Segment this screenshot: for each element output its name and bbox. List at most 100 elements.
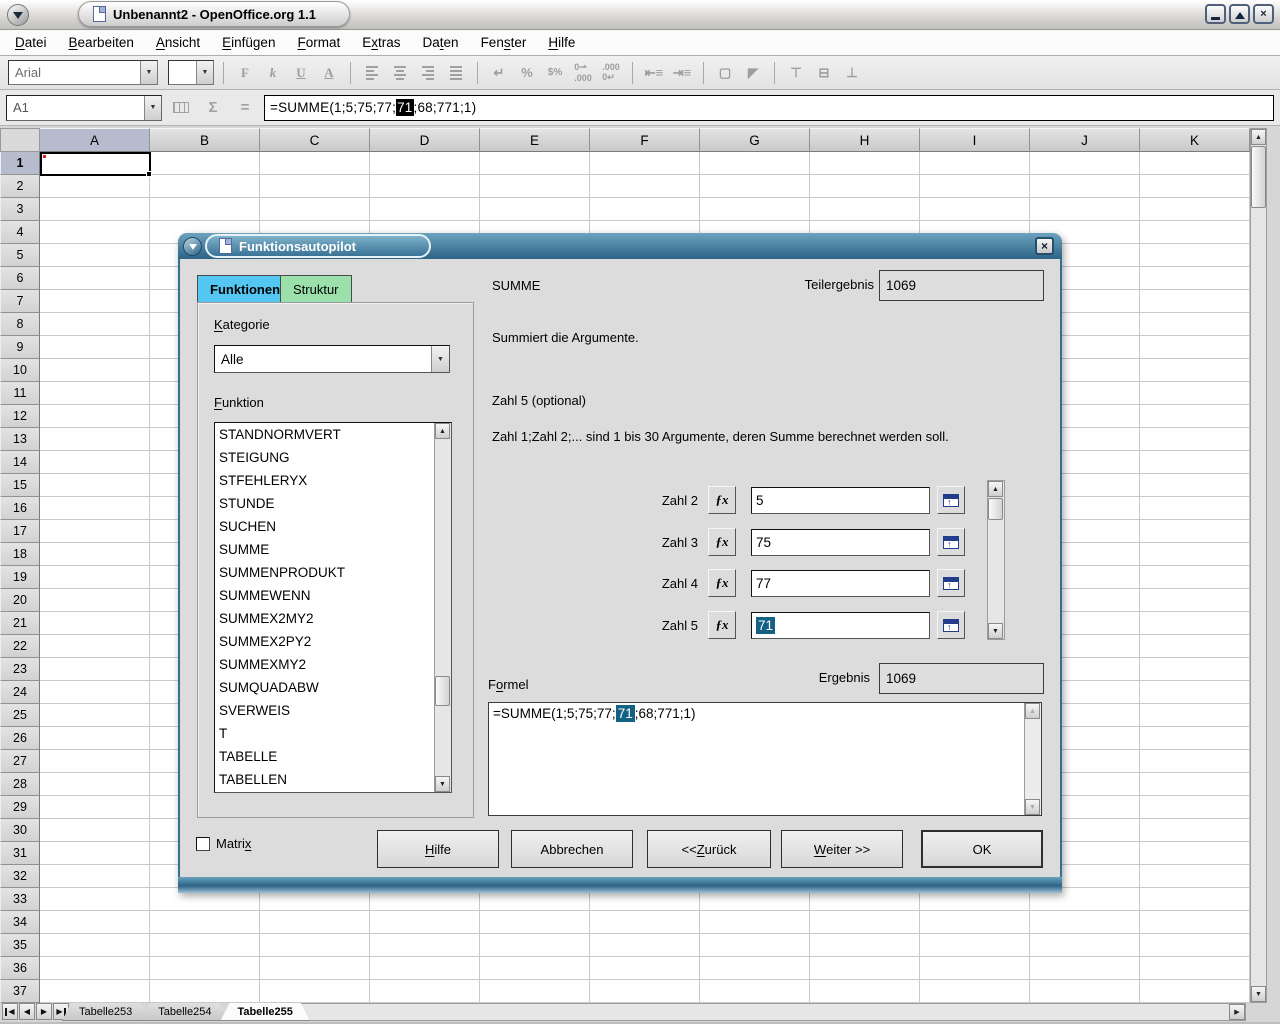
menu-ansicht[interactable]: Ansicht <box>145 32 211 53</box>
font-size-combo[interactable]: ▼ <box>168 60 214 85</box>
percent-format-icon[interactable]: % <box>515 61 539 85</box>
formula-input[interactable]: =SUMME(1;5;75;77;71;68;771;1) <box>264 95 1274 121</box>
row-header-6[interactable]: 6 <box>0 267 40 290</box>
argument-input-5[interactable]: 71 <box>751 612 930 639</box>
vertical-scrollbar[interactable]: ▲ ▼ <box>1250 128 1267 1003</box>
select-all-corner[interactable] <box>0 128 40 152</box>
row-header-31[interactable]: 31 <box>0 842 40 865</box>
shrink-button-5[interactable] <box>937 611 965 639</box>
sheet-tab-tabelle253[interactable]: Tabelle253 <box>62 1003 149 1021</box>
italic-icon[interactable]: k <box>261 61 285 85</box>
scroll-up-icon[interactable]: ▲ <box>1251 129 1266 145</box>
function-item-sverweis[interactable]: SVERWEIS <box>215 699 434 722</box>
menu-extras[interactable]: Extras <box>351 32 411 53</box>
menu-datei[interactable]: Datei <box>4 32 58 53</box>
vertical-scroll-thumb[interactable] <box>1251 146 1266 208</box>
function-listbox[interactable]: STANDNORMVERTSTEIGUNGSTFEHLERYXSTUNDESUC… <box>214 422 452 793</box>
align-center-vertical-icon[interactable]: ⊟ <box>812 61 836 85</box>
row-header-20[interactable]: 20 <box>0 589 40 612</box>
row-header-15[interactable]: 15 <box>0 474 40 497</box>
decrease-indent-icon[interactable]: ⇤≡ <box>642 61 666 85</box>
argument-input-4[interactable]: 77 <box>751 570 930 597</box>
menu-format[interactable]: Format <box>286 32 351 53</box>
row-header-14[interactable]: 14 <box>0 451 40 474</box>
function-list-scrollbar[interactable]: ▲ ▼ <box>434 423 451 792</box>
borders-icon[interactable]: ▢ <box>713 61 737 85</box>
font-size-dropdown-icon[interactable]: ▼ <box>196 61 213 84</box>
function-item-stfehleryx[interactable]: STFEHLERYX <box>215 469 434 492</box>
function-item-standnormvert[interactable]: STANDNORMVERT <box>215 423 434 446</box>
formula-textarea-scrollbar[interactable]: ▲ ▼ <box>1024 703 1041 815</box>
function-item-stunde[interactable]: STUNDE <box>215 492 434 515</box>
column-header-D[interactable]: D <box>370 128 480 152</box>
function-autopilot-button-5[interactable]: ƒx <box>708 611 736 639</box>
align-top-icon[interactable]: ⊤ <box>784 61 808 85</box>
scroll-right-icon[interactable]: ▶ <box>1229 1004 1245 1020</box>
menu-bearbeiten[interactable]: Bearbeiten <box>58 32 145 53</box>
next-sheet-button[interactable]: ▶ <box>36 1003 52 1020</box>
cell-cursor-a1[interactable] <box>40 152 151 176</box>
matrix-checkbox[interactable] <box>196 837 210 851</box>
function-item-t[interactable]: T <box>215 722 434 745</box>
row-header-22[interactable]: 22 <box>0 635 40 658</box>
function-autopilot-icon[interactable] <box>168 96 194 120</box>
name-box-dropdown-icon[interactable]: ▼ <box>144 96 161 120</box>
sheet-tab-tabelle254[interactable]: Tabelle254 <box>141 1003 228 1021</box>
align-center-icon[interactable] <box>388 61 412 85</box>
menu-fenster[interactable]: Fenster <box>470 32 538 53</box>
column-header-E[interactable]: E <box>480 128 590 152</box>
row-header-5[interactable]: 5 <box>0 244 40 267</box>
align-bottom-icon[interactable]: ⊥ <box>840 61 864 85</box>
abbrechen-button[interactable]: Abbrechen <box>511 830 633 868</box>
horizontal-scrollbar[interactable]: ◀ ▶ <box>283 1003 1246 1021</box>
row-header-27[interactable]: 27 <box>0 750 40 773</box>
row-header-29[interactable]: 29 <box>0 796 40 819</box>
row-header-12[interactable]: 12 <box>0 405 40 428</box>
underline-icon[interactable]: U <box>289 61 313 85</box>
tab-funktionen[interactable]: Funktionen <box>197 275 293 302</box>
remove-decimal-icon[interactable]: .0000↵ <box>599 61 623 85</box>
row-header-4[interactable]: 4 <box>0 221 40 244</box>
row-header-28[interactable]: 28 <box>0 773 40 796</box>
add-decimal-icon[interactable]: 0⇀.000 <box>571 61 595 85</box>
argument-input-3[interactable]: 75 <box>751 529 930 556</box>
font-color-icon[interactable]: A <box>317 61 341 85</box>
currency-format-icon[interactable]: ↵ <box>487 61 511 85</box>
font-name-dropdown-icon[interactable]: ▼ <box>140 61 157 84</box>
arguments-scrollbar[interactable]: ▲ ▼ <box>987 480 1005 640</box>
function-autopilot-button-2[interactable]: ƒx <box>708 486 736 514</box>
list-scroll-up-icon[interactable]: ▲ <box>435 423 450 439</box>
row-header-17[interactable]: 17 <box>0 520 40 543</box>
row-header-13[interactable]: 13 <box>0 428 40 451</box>
function-item-summe[interactable]: SUMME <box>215 538 434 561</box>
formula-textarea[interactable]: =SUMME(1;5;75;77;71;68;771;1) ▲ ▼ <box>488 702 1042 816</box>
row-header-25[interactable]: 25 <box>0 704 40 727</box>
increase-indent-icon[interactable]: ⇥≡ <box>670 61 694 85</box>
function-item-tabellen[interactable]: TABELLEN <box>215 768 434 791</box>
sheet-tab-tabelle255[interactable]: Tabelle255 <box>220 1003 309 1021</box>
function-item-summexmy2[interactable]: SUMMEXMY2 <box>215 653 434 676</box>
row-header-23[interactable]: 23 <box>0 658 40 681</box>
list-scroll-down-icon[interactable]: ▼ <box>435 776 450 792</box>
function-item-suchen[interactable]: SUCHEN <box>215 515 434 538</box>
category-select[interactable]: Alle ▼ <box>214 345 450 373</box>
row-header-33[interactable]: 33 <box>0 888 40 911</box>
row-header-19[interactable]: 19 <box>0 566 40 589</box>
background-color-icon[interactable]: ◤ <box>741 61 765 85</box>
fill-handle[interactable] <box>146 171 152 177</box>
row-header-26[interactable]: 26 <box>0 727 40 750</box>
category-dropdown-icon[interactable]: ▼ <box>431 346 449 372</box>
function-autopilot-button-4[interactable]: ƒx <box>708 569 736 597</box>
tab-struktur[interactable]: Struktur <box>280 275 352 302</box>
first-sheet-button[interactable]: ◀ <box>2 1003 18 1020</box>
row-header-35[interactable]: 35 <box>0 934 40 957</box>
column-header-G[interactable]: G <box>700 128 810 152</box>
row-header-16[interactable]: 16 <box>0 497 40 520</box>
function-item-summenprodukt[interactable]: SUMMENPRODUKT <box>215 561 434 584</box>
row-header-8[interactable]: 8 <box>0 313 40 336</box>
args-scroll-thumb[interactable] <box>988 498 1003 520</box>
function-item-summex2my2[interactable]: SUMMEX2MY2 <box>215 607 434 630</box>
row-header-36[interactable]: 36 <box>0 957 40 980</box>
maximize-button[interactable] <box>1229 4 1250 24</box>
weiter-button[interactable]: Weiter >> <box>781 830 903 868</box>
